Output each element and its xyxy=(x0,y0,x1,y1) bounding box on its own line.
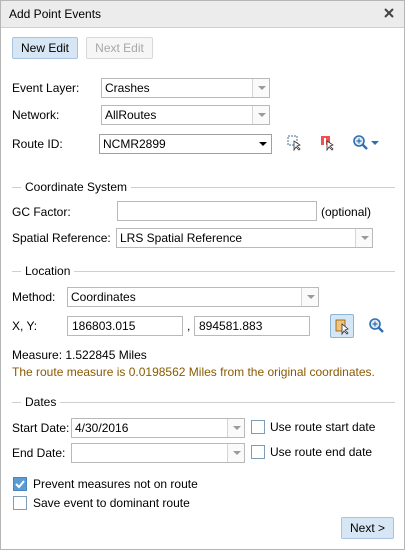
method-select[interactable]: Coordinates xyxy=(67,287,319,307)
select-route-on-map-icon[interactable] xyxy=(286,134,304,152)
new-edit-button[interactable]: New Edit xyxy=(12,37,78,59)
route-id-label: Route ID: xyxy=(12,137,63,151)
route-id-combobox[interactable]: NCMR2899 xyxy=(99,134,272,154)
chevron-down-icon xyxy=(252,79,269,97)
start-date-picker[interactable]: 4/30/2016 xyxy=(71,418,245,438)
xy-separator: , xyxy=(187,319,191,333)
method-value: Coordinates xyxy=(71,290,136,304)
measure-offset-note: The route measure is 0.0198562 Miles fro… xyxy=(12,365,375,379)
measure-text: Measure: 1.522845 Miles xyxy=(12,348,147,362)
title-bar: Add Point Events xyxy=(1,1,404,28)
dates-divider xyxy=(12,402,395,403)
event-layer-label: Event Layer: xyxy=(12,81,80,95)
chevron-down-icon xyxy=(355,229,372,247)
dates-heading: Dates xyxy=(21,395,61,409)
end-date-label: End Date: xyxy=(12,446,66,460)
save-to-dominant-route-label: Save event to dominant route xyxy=(33,496,190,510)
location-heading: Location xyxy=(21,264,75,278)
event-layer-value: Crashes xyxy=(105,81,150,95)
chevron-down-icon xyxy=(254,135,271,153)
spatial-reference-select[interactable]: LRS Spatial Reference xyxy=(116,228,373,248)
use-route-start-date-label: Use route start date xyxy=(270,420,376,434)
save-to-dominant-route-checkbox[interactable] xyxy=(13,496,27,510)
zoom-to-route-icon[interactable] xyxy=(352,134,380,152)
xy-label: X, Y: xyxy=(12,319,38,333)
use-route-end-date-checkbox[interactable] xyxy=(251,445,265,459)
gc-factor-input[interactable] xyxy=(117,201,317,221)
prevent-measures-label: Prevent measures not on route xyxy=(33,477,198,491)
network-label: Network: xyxy=(12,108,60,122)
chevron-down-icon xyxy=(227,444,244,462)
end-date-picker[interactable] xyxy=(71,443,245,463)
add-point-events-panel: Add Point Events New Edit Next Edit Even… xyxy=(0,0,405,550)
optional-label: (optional) xyxy=(321,205,372,219)
use-route-start-date-checkbox[interactable] xyxy=(251,420,265,434)
chevron-down-icon xyxy=(227,419,244,437)
pick-point-button[interactable] xyxy=(330,314,354,338)
panel-title: Add Point Events xyxy=(9,7,102,21)
chevron-down-icon xyxy=(301,288,318,306)
prevent-measures-checkbox[interactable] xyxy=(13,477,27,491)
coordinate-system-heading: Coordinate System xyxy=(21,180,132,194)
zoom-to-point-icon[interactable] xyxy=(368,317,386,335)
method-label: Method: xyxy=(12,290,56,304)
start-date-value: 4/30/2016 xyxy=(75,421,129,435)
next-button[interactable]: Next > xyxy=(341,517,394,539)
use-route-end-date-label: Use route end date xyxy=(270,445,373,459)
gc-factor-label: GC Factor: xyxy=(12,205,71,219)
x-coordinate-input[interactable]: 186803.015 xyxy=(67,316,183,336)
start-date-label: Start Date: xyxy=(12,421,70,435)
checkmark-icon xyxy=(15,480,25,489)
event-layer-select[interactable]: Crashes xyxy=(101,78,270,98)
spatial-reference-label: Spatial Reference: xyxy=(12,231,111,245)
chevron-down-icon xyxy=(252,106,269,124)
next-edit-button[interactable]: Next Edit xyxy=(86,37,153,59)
route-id-value: NCMR2899 xyxy=(103,137,166,151)
close-icon[interactable] xyxy=(381,5,397,21)
network-select[interactable]: AllRoutes xyxy=(101,105,270,125)
select-route-by-feature-icon[interactable] xyxy=(319,134,337,152)
pick-point-icon xyxy=(335,319,349,336)
y-coordinate-input[interactable]: 894581.883 xyxy=(194,316,310,336)
spatial-reference-value: LRS Spatial Reference xyxy=(120,231,243,245)
network-value: AllRoutes xyxy=(105,108,157,122)
